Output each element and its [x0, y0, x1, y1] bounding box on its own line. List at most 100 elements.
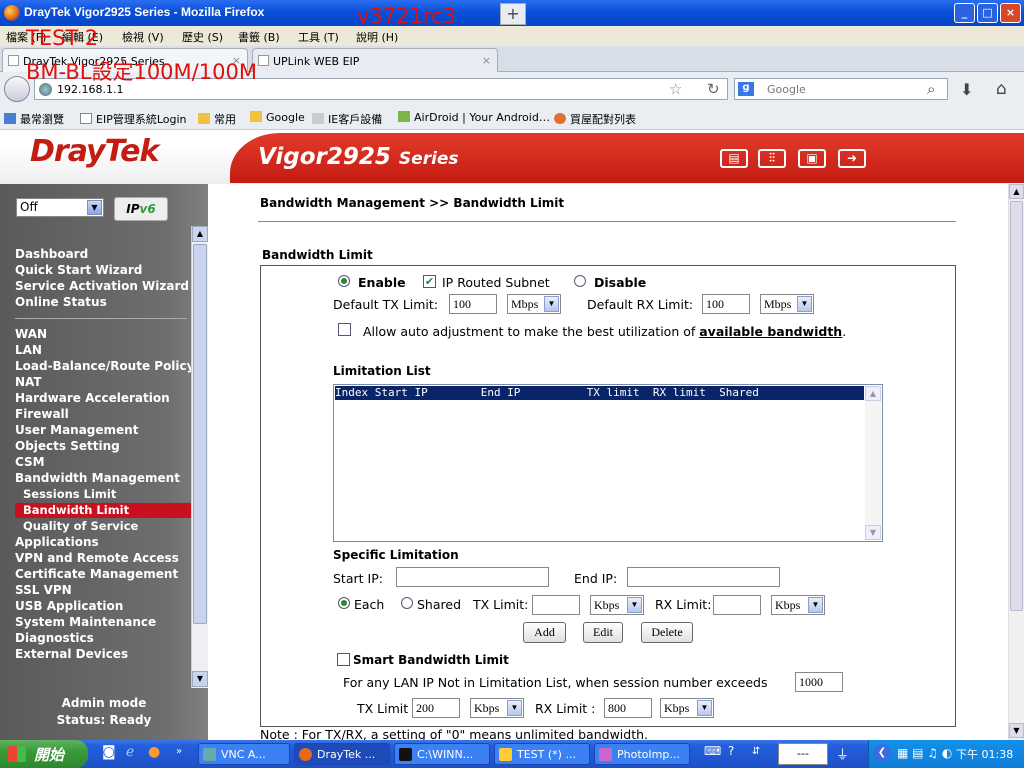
- sidebar-item-load-balance-route-policy[interactable]: Load-Balance/Route Policy: [15, 359, 194, 373]
- sidebar-item-bandwidth-limit[interactable]: Bandwidth Limit: [23, 503, 129, 517]
- bookmark-airdroid[interactable]: AirDroid | Your Android…: [398, 111, 550, 124]
- rx-limit-unit-select[interactable]: Kbps ▼: [771, 595, 825, 615]
- network-plug-icon[interactable]: ⏚: [836, 744, 849, 763]
- scroll-thumb[interactable]: [193, 244, 207, 624]
- menu-help[interactable]: 說明 (H): [356, 29, 398, 45]
- scroll-down-icon[interactable]: ▼: [865, 525, 881, 540]
- sidebar-item-service-activation-wizard[interactable]: Service Activation Wizard: [15, 279, 189, 293]
- each-radio[interactable]: [338, 597, 350, 609]
- delete-button[interactable]: Delete: [641, 622, 693, 643]
- taskbar-item-test[interactable]: TEST (*) ...: [494, 743, 590, 765]
- default-tx-input[interactable]: 100: [449, 294, 497, 314]
- ip-routed-checkbox[interactable]: ✔: [423, 275, 436, 288]
- limitation-list[interactable]: [333, 384, 883, 542]
- sidebar-item-hardware-acceleration[interactable]: Hardware Acceleration: [15, 391, 170, 405]
- reload-icon[interactable]: ↻: [707, 80, 720, 98]
- bookmark-ie-customer[interactable]: IE客戶設備: [312, 111, 382, 127]
- sidebar-item-vpn-and-remote-access[interactable]: VPN and Remote Access: [15, 551, 179, 565]
- sidebar-item-quick-start-wizard[interactable]: Quick Start Wizard: [15, 263, 142, 277]
- quick-start-icon[interactable]: ▤: [720, 149, 748, 168]
- tray-expand-icon[interactable]: ❮: [873, 744, 891, 762]
- ip-mode-select[interactable]: Off ▼: [16, 198, 104, 217]
- new-tab-button[interactable]: +: [500, 3, 526, 25]
- sidebar-item-bandwidth-management[interactable]: Bandwidth Management: [15, 471, 180, 485]
- end-ip-input[interactable]: [627, 567, 780, 587]
- sidebar-item-csm[interactable]: CSM: [15, 455, 45, 469]
- save-icon[interactable]: ▣: [798, 149, 826, 168]
- rx-limit-input[interactable]: [713, 595, 761, 615]
- bookmark-house-list[interactable]: 買屋配對列表: [554, 111, 636, 127]
- search-box[interactable]: g Google ⌕: [734, 78, 948, 100]
- maximize-button[interactable]: □: [977, 3, 998, 23]
- bookmark-folder-common[interactable]: 常用: [198, 111, 236, 127]
- scroll-up-icon[interactable]: ▲: [1009, 184, 1024, 199]
- menu-view[interactable]: 檢視 (V): [122, 29, 164, 45]
- taskbar-item-cmd[interactable]: C:\WINN...: [394, 743, 490, 765]
- sidebar-item-external-devices[interactable]: External Devices: [15, 647, 128, 661]
- smart-rx-input[interactable]: 800: [604, 698, 652, 718]
- menu-history[interactable]: 歷史 (S): [182, 29, 223, 45]
- sidebar-item-certificate-management[interactable]: Certificate Management: [15, 567, 178, 581]
- smart-rx-unit-select[interactable]: Kbps ▼: [660, 698, 714, 718]
- session-threshold-input[interactable]: 1000: [795, 672, 843, 692]
- smart-tx-unit-select[interactable]: Kbps ▼: [470, 698, 524, 718]
- bookmark-most-visited[interactable]: 最常瀏覽: [4, 111, 64, 127]
- close-button[interactable]: ×: [1000, 3, 1021, 23]
- tray-icons[interactable]: ▦ ▤ ♫ ◐: [897, 746, 952, 760]
- sidebar-item-ssl-vpn[interactable]: SSL VPN: [15, 583, 72, 597]
- enable-radio[interactable]: [338, 275, 350, 287]
- sidebar-item-dashboard[interactable]: Dashboard: [15, 247, 88, 261]
- taskbar-item-photoimpact[interactable]: PhotoImp...: [594, 743, 690, 765]
- sidebar-scrollbar[interactable]: ▲ ▼: [191, 226, 208, 688]
- shared-radio[interactable]: [401, 597, 413, 609]
- minimize-button[interactable]: _: [954, 3, 975, 23]
- limitation-list-header[interactable]: Index Start IP End IP TX limit RX limit …: [335, 386, 864, 400]
- sidebar-item-applications[interactable]: Applications: [15, 535, 99, 549]
- taskbar-item-vnc[interactable]: VNC A...: [198, 743, 290, 765]
- sidebar-item-wan[interactable]: WAN: [15, 327, 47, 341]
- sidebar-item-quality-of-service[interactable]: Quality of Service: [23, 519, 138, 533]
- scroll-up-icon[interactable]: ▲: [865, 386, 881, 401]
- ie-icon[interactable]: ℯ: [126, 744, 134, 760]
- search-icon[interactable]: ⌕: [927, 80, 935, 98]
- menu-tools[interactable]: 工具 (T): [298, 29, 339, 45]
- google-icon[interactable]: g: [738, 82, 754, 96]
- tx-limit-input[interactable]: [532, 595, 580, 615]
- add-button[interactable]: Add: [523, 622, 566, 643]
- start-ip-input[interactable]: [396, 567, 549, 587]
- auto-adjust-checkbox[interactable]: [338, 323, 351, 336]
- default-rx-input[interactable]: 100: [702, 294, 750, 314]
- default-rx-unit-select[interactable]: Mbps ▼: [760, 294, 814, 314]
- sidebar-item-sessions-limit[interactable]: Sessions Limit: [23, 487, 116, 501]
- sidebar-item-usb-application[interactable]: USB Application: [15, 599, 123, 613]
- firefox-quicklaunch-icon[interactable]: ●: [148, 744, 160, 760]
- sidebar-item-diagnostics[interactable]: Diagnostics: [15, 631, 94, 645]
- default-tx-unit-select[interactable]: Mbps ▼: [507, 294, 561, 314]
- help-icon[interactable]: ?: [728, 744, 734, 758]
- bookmark-folder-google[interactable]: Google: [250, 111, 305, 124]
- download-icon[interactable]: ⬇: [960, 80, 973, 99]
- logout-icon[interactable]: ➜: [838, 149, 866, 168]
- sidebar-item-objects-setting[interactable]: Objects Setting: [15, 439, 120, 453]
- keyboard-icon[interactable]: ⌨: [704, 744, 721, 758]
- menu-bookmarks[interactable]: 書籤 (B): [238, 29, 280, 45]
- edit-button[interactable]: Edit: [583, 622, 623, 643]
- sidebar-item-user-management[interactable]: User Management: [15, 423, 138, 437]
- scroll-down-icon[interactable]: ▼: [1009, 723, 1024, 738]
- sidebar-item-lan[interactable]: LAN: [15, 343, 42, 357]
- address-toolbar-box[interactable]: ---: [778, 743, 828, 765]
- bookmark-eip[interactable]: EIP管理系統Login: [80, 111, 187, 127]
- home-icon[interactable]: ⌂: [996, 79, 1007, 99]
- sidebar-item-nat[interactable]: NAT: [15, 375, 42, 389]
- scroll-down-icon[interactable]: ▼: [192, 671, 208, 687]
- show-desktop-icon[interactable]: ◙: [102, 744, 116, 760]
- sidebar-item-online-status[interactable]: Online Status: [15, 295, 107, 309]
- disable-radio[interactable]: [574, 275, 586, 287]
- sidebar-item-system-maintenance[interactable]: System Maintenance: [15, 615, 156, 629]
- tab-close-icon[interactable]: ×: [482, 54, 491, 67]
- smart-bandwidth-checkbox[interactable]: [337, 653, 350, 666]
- start-button[interactable]: 開始: [0, 740, 88, 768]
- tx-limit-unit-select[interactable]: Kbps ▼: [590, 595, 644, 615]
- sidebar-item-firewall[interactable]: Firewall: [15, 407, 69, 421]
- settings-sliders-icon[interactable]: ⫶⫶: [758, 149, 786, 168]
